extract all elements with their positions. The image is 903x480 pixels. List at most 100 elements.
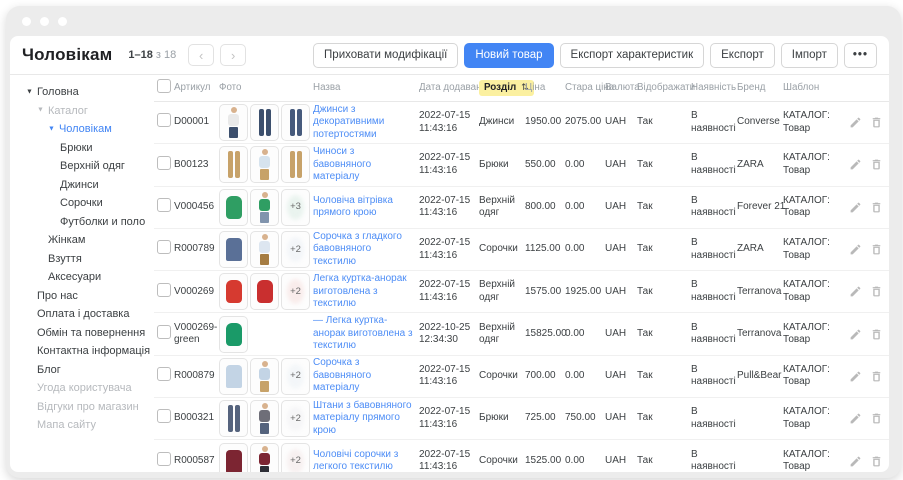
sidebar-item-15[interactable]: Контактна інформація bbox=[10, 342, 154, 361]
row-checkbox[interactable] bbox=[157, 409, 171, 423]
sidebar-item-9[interactable]: Жінкам bbox=[10, 231, 154, 250]
column-header-availability[interactable]: Наявність bbox=[691, 82, 737, 94]
edit-icon[interactable] bbox=[849, 116, 862, 129]
sidebar-item-17[interactable]: Угода користувача bbox=[10, 379, 154, 398]
sidebar-item-6[interactable]: Джинси bbox=[10, 176, 154, 195]
column-header-sku[interactable]: Артикул bbox=[174, 82, 219, 94]
window-control-dot[interactable] bbox=[58, 17, 67, 26]
delete-icon[interactable] bbox=[870, 243, 883, 256]
row-checkbox[interactable] bbox=[157, 283, 171, 297]
column-header-name[interactable]: Назва bbox=[313, 82, 419, 94]
date-cell: 2022-10-2512:34:30 bbox=[419, 322, 479, 347]
sidebar-item-3[interactable]: ▼Чоловікам bbox=[10, 120, 154, 139]
column-header-photo[interactable]: Фото bbox=[219, 82, 313, 94]
window-control-dot[interactable] bbox=[22, 17, 31, 26]
row-checkbox[interactable] bbox=[157, 452, 171, 466]
availability-cell: В наявності bbox=[691, 364, 737, 389]
product-name-link[interactable]: Чоловіча вітрівка прямого крою bbox=[313, 195, 415, 220]
edit-icon[interactable] bbox=[849, 412, 862, 425]
product-name-link[interactable]: Сорочка з гладкого бавовняного текстилю bbox=[313, 231, 415, 269]
table-row: R000587 +2 Чоловічі сорочки з легкого те… bbox=[154, 440, 889, 472]
delete-icon[interactable] bbox=[870, 158, 883, 171]
column-header-display[interactable]: Відображати bbox=[637, 82, 691, 94]
more-photos-badge: +2 bbox=[281, 231, 310, 268]
sidebar-item-13[interactable]: Оплата і доставка bbox=[10, 305, 154, 324]
availability-cell: В наявності bbox=[691, 110, 737, 135]
delete-icon[interactable] bbox=[870, 455, 883, 468]
edit-icon[interactable] bbox=[849, 455, 862, 468]
column-header-old-price[interactable]: Стара ціна bbox=[565, 82, 605, 94]
column-header-date[interactable]: Дата додавання bbox=[419, 82, 479, 94]
edit-icon[interactable] bbox=[849, 158, 862, 171]
product-name-link[interactable]: Джинси з декоративними потертостями bbox=[313, 104, 415, 142]
row-checkbox[interactable] bbox=[157, 367, 171, 381]
sku-cell: R000879 bbox=[174, 370, 219, 383]
column-header-brand[interactable]: Бренд bbox=[737, 82, 783, 94]
product-photo bbox=[281, 104, 310, 141]
select-all-checkbox[interactable] bbox=[157, 79, 171, 93]
row-checkbox[interactable] bbox=[157, 325, 171, 339]
delete-icon[interactable] bbox=[870, 116, 883, 129]
sku-cell: V000269 bbox=[174, 286, 219, 299]
import-button[interactable]: Імпорт bbox=[781, 43, 838, 68]
old-price-cell: 0.00 bbox=[565, 328, 605, 341]
column-header-currency[interactable]: Валюта bbox=[605, 82, 637, 94]
edit-icon[interactable] bbox=[849, 243, 862, 256]
sidebar-item-1[interactable]: ▼Головна bbox=[10, 83, 154, 102]
row-checkbox[interactable] bbox=[157, 240, 171, 254]
column-header-template[interactable]: Шаблон bbox=[783, 82, 847, 94]
row-checkbox[interactable] bbox=[157, 198, 171, 212]
row-checkbox[interactable] bbox=[157, 113, 171, 127]
template-cell: КАТАЛОГ: Товар bbox=[783, 152, 847, 177]
sidebar-item-4[interactable]: Брюки bbox=[10, 139, 154, 158]
template-cell: КАТАЛОГ: Товар bbox=[783, 110, 847, 135]
export-characteristics-button[interactable]: Експорт характеристик bbox=[560, 43, 705, 68]
edit-icon[interactable] bbox=[849, 370, 862, 383]
old-price-cell: 0.00 bbox=[565, 243, 605, 256]
hide-modifications-button[interactable]: Приховати модифікації bbox=[313, 43, 458, 68]
sidebar-item-19[interactable]: Мапа сайту bbox=[10, 416, 154, 435]
edit-icon[interactable] bbox=[849, 328, 862, 341]
edit-icon[interactable] bbox=[849, 201, 862, 214]
product-name-link[interactable]: Чиноси з бавовняного матеріалу bbox=[313, 146, 415, 184]
sidebar-item-11[interactable]: Аксесуари bbox=[10, 268, 154, 287]
sidebar-item-label: Головна bbox=[37, 86, 79, 98]
delete-icon[interactable] bbox=[870, 285, 883, 298]
window-control-dot[interactable] bbox=[40, 17, 49, 26]
product-name-link[interactable]: — Легка куртка-анорак виготовлена з текс… bbox=[313, 315, 415, 353]
sidebar-item-10[interactable]: Взуття bbox=[10, 250, 154, 269]
export-button[interactable]: Експорт bbox=[710, 43, 775, 68]
delete-icon[interactable] bbox=[870, 201, 883, 214]
sidebar-item-5[interactable]: Верхній одяг bbox=[10, 157, 154, 176]
product-name-link[interactable]: Штани з бавовняного матеріалу прямого кр… bbox=[313, 400, 415, 438]
sidebar-item-12[interactable]: Про нас bbox=[10, 287, 154, 306]
sidebar-item-label: Каталог bbox=[48, 105, 88, 117]
old-price-cell: 0.00 bbox=[565, 370, 605, 383]
edit-icon[interactable] bbox=[849, 285, 862, 298]
product-name-link[interactable]: Сорочка з бавовняного матеріалу притален… bbox=[313, 357, 415, 395]
date-cell: 2022-07-1511:43:16 bbox=[419, 152, 479, 177]
more-actions-button[interactable]: ••• bbox=[844, 43, 877, 68]
delete-icon[interactable] bbox=[870, 328, 883, 341]
sku-cell: B00123 bbox=[174, 159, 219, 172]
product-name-link[interactable]: Чоловічі сорочки з легкого текстилю bbox=[313, 449, 415, 472]
prev-page-button[interactable]: ‹ bbox=[188, 44, 214, 66]
row-checkbox[interactable] bbox=[157, 156, 171, 170]
next-page-button[interactable]: › bbox=[220, 44, 246, 66]
date-cell: 2022-07-1511:43:16 bbox=[419, 449, 479, 472]
section-cell: Сорочки bbox=[479, 455, 525, 468]
delete-icon[interactable] bbox=[870, 370, 883, 383]
column-header-price[interactable]: Ціна bbox=[525, 82, 565, 94]
new-product-button[interactable]: Новий товар bbox=[464, 43, 553, 68]
delete-icon[interactable] bbox=[870, 412, 883, 425]
sidebar-item-18[interactable]: Відгуки про магазин bbox=[10, 398, 154, 417]
sidebar-item-7[interactable]: Сорочки bbox=[10, 194, 154, 213]
column-header-section[interactable]: Розділ ⇅ bbox=[479, 80, 525, 96]
product-name-link[interactable]: Легка куртка-анорак виготовлена з тексти… bbox=[313, 273, 415, 311]
sidebar-item-8[interactable]: Футболки и поло bbox=[10, 213, 154, 232]
sidebar-nav: ▼Головна▼Каталог▼ЧоловікамБрюкиВерхній о… bbox=[10, 75, 154, 472]
photos-cell bbox=[219, 104, 313, 141]
sidebar-item-16[interactable]: Блог bbox=[10, 361, 154, 380]
sidebar-item-2[interactable]: ▼Каталог bbox=[10, 102, 154, 121]
sidebar-item-14[interactable]: Обмін та повернення bbox=[10, 324, 154, 343]
